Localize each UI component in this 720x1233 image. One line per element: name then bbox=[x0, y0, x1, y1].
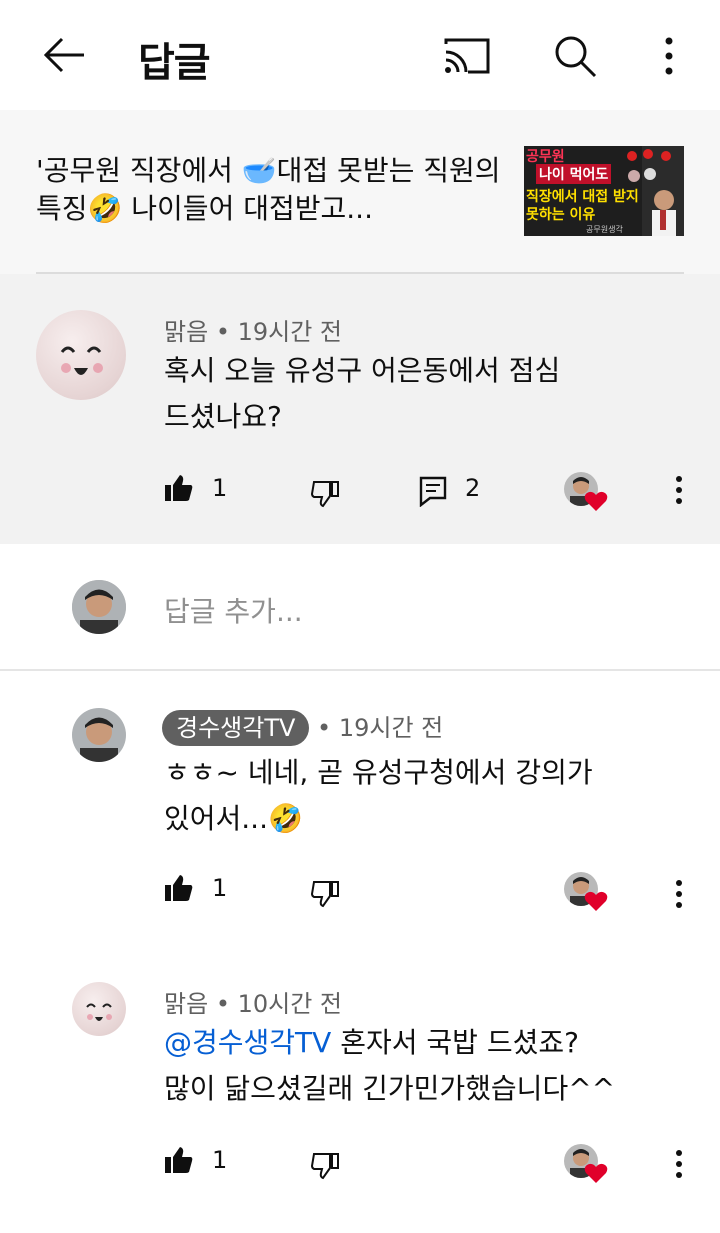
creator-heart bbox=[564, 872, 610, 916]
avatar[interactable] bbox=[72, 982, 126, 1036]
page-title: 답글 bbox=[138, 40, 211, 86]
comment-author[interactable]: 맑음 bbox=[164, 318, 208, 346]
search-icon[interactable] bbox=[550, 32, 600, 80]
comment-more-icon[interactable] bbox=[668, 876, 690, 912]
reply-item: 맑음 • 10시간 전 @경수생각TV 혼자서 국밥 드셨죠? 많이 닮으셨길래… bbox=[0, 946, 720, 1233]
reply-item: 경수생각TV • 19시간 전 ㅎㅎ~ 네네, 곧 유성구청에서 강의가 있어서… bbox=[0, 672, 720, 932]
separator bbox=[0, 669, 720, 671]
comment-meta: 맑음 • 19시간 전 bbox=[164, 312, 342, 347]
dislike-icon[interactable] bbox=[308, 878, 342, 910]
video-title[interactable]: '공무원 직장에서 🥣대접 못받는 직원의 특징🤣 나이들어 대접받고... bbox=[36, 152, 506, 228]
heart-icon bbox=[584, 890, 608, 916]
comment-time: • 19시간 전 bbox=[215, 318, 343, 346]
thumbnail-text-4: 못하는 이유 bbox=[526, 207, 596, 223]
avatar[interactable] bbox=[36, 310, 126, 400]
comment-text-rest: 혼자서 국밥 드셨죠? bbox=[331, 1026, 579, 1059]
like-count: 1 bbox=[212, 1146, 228, 1174]
comment-more-icon[interactable] bbox=[668, 472, 690, 508]
reply-icon[interactable] bbox=[416, 474, 450, 508]
dislike-icon[interactable] bbox=[308, 478, 342, 510]
video-thumbnail[interactable]: 공무원 나이 먹어도 직장에서 대접 받지 못하는 이유 공무원생각 bbox=[524, 146, 684, 236]
my-avatar bbox=[72, 580, 126, 634]
creator-heart bbox=[564, 472, 610, 516]
comment-text: 혹시 오늘 유성구 어은동에서 점심 드셨나요? bbox=[164, 348, 560, 440]
top-app-bar: 답글 bbox=[0, 0, 720, 110]
comment-more-icon[interactable] bbox=[668, 1146, 690, 1182]
add-reply-input[interactable]: 답글 추가... bbox=[164, 590, 303, 630]
thumbnail-caption: 공무원생각 bbox=[586, 225, 623, 234]
like-count: 1 bbox=[212, 474, 228, 502]
heart-icon bbox=[584, 490, 608, 516]
reply-count: 2 bbox=[465, 474, 481, 502]
thumbnail-text-3: 직장에서 대접 받지 bbox=[526, 189, 639, 205]
comment-time: • 10시간 전 bbox=[215, 990, 343, 1018]
dislike-icon[interactable] bbox=[308, 1150, 342, 1182]
more-vertical-icon[interactable] bbox=[654, 34, 684, 78]
thumbnail-text-1: 공무원 bbox=[526, 149, 565, 165]
video-header[interactable]: '공무원 직장에서 🥣대접 못받는 직원의 특징🤣 나이들어 대접받고... 공… bbox=[0, 110, 720, 274]
comment-text-line-1: ㅎㅎ~ 네네, 곧 유성구청에서 강의가 bbox=[164, 756, 593, 789]
comment-meta: 경수생각TV • 19시간 전 bbox=[162, 708, 443, 746]
comment-author[interactable]: 맑음 bbox=[164, 990, 208, 1018]
comment-time: • 19시간 전 bbox=[317, 714, 444, 742]
creator-heart bbox=[564, 1144, 610, 1188]
cast-icon[interactable] bbox=[440, 34, 494, 78]
comment-text: @경수생각TV 혼자서 국밥 드셨죠? 많이 닮으셨길래 긴가민가했습니다^^ bbox=[164, 1020, 615, 1112]
comment-text-line-2: 많이 닮으셨길래 긴가민가했습니다^^ bbox=[164, 1072, 616, 1105]
comment-text-line-1: 혹시 오늘 유성구 어은동에서 점심 bbox=[164, 354, 561, 387]
heart-icon bbox=[584, 1162, 608, 1188]
like-icon[interactable] bbox=[162, 472, 196, 504]
comment-text-line-2: 드셨나요? bbox=[164, 400, 282, 433]
creator-badge[interactable]: 경수생각TV bbox=[162, 710, 310, 746]
like-icon[interactable] bbox=[162, 1144, 196, 1176]
comment-text-line-1: @경수생각TV 혼자서 국밥 드셨죠? bbox=[164, 1020, 615, 1066]
thumbnail-text-2: 나이 먹어도 bbox=[536, 164, 612, 184]
comment-text-line-2: 있어서...🤣 bbox=[164, 802, 303, 835]
back-arrow-icon[interactable] bbox=[38, 32, 88, 78]
mention-link[interactable]: @경수생각TV bbox=[164, 1026, 331, 1059]
like-count: 1 bbox=[212, 874, 228, 902]
like-icon[interactable] bbox=[162, 872, 196, 904]
comment-text: ㅎㅎ~ 네네, 곧 유성구청에서 강의가 있어서...🤣 bbox=[164, 750, 593, 842]
parent-comment: 맑음 • 19시간 전 혹시 오늘 유성구 어은동에서 점심 드셨나요? 1 2 bbox=[0, 274, 720, 544]
comment-meta: 맑음 • 10시간 전 bbox=[164, 984, 342, 1019]
avatar[interactable] bbox=[72, 708, 126, 762]
